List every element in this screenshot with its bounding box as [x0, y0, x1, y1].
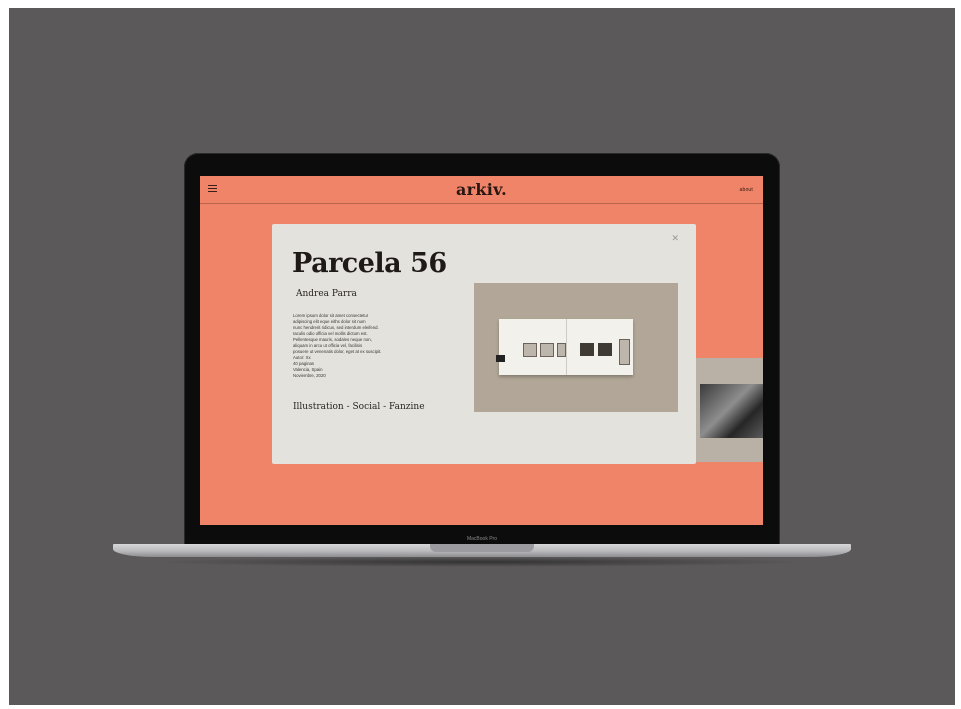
- description-line: Noviembre, 2020: [293, 373, 326, 379]
- project-description: Lorem ipsum dolor sit amet consectetur a…: [293, 313, 438, 380]
- next-project-thumbnail[interactable]: [696, 358, 763, 462]
- project-tags: Illustration - Social - Fanzine: [293, 402, 425, 412]
- close-icon[interactable]: ✕: [671, 233, 679, 244]
- about-link[interactable]: about: [739, 187, 753, 193]
- thumbnail-photo: [700, 384, 763, 438]
- project-photo: [474, 283, 678, 412]
- open-book-image: [499, 319, 633, 375]
- site-logo[interactable]: arkiv.: [200, 180, 763, 199]
- device-label: MacBook Pro: [466, 536, 497, 542]
- project-title: Parcela 56: [292, 248, 447, 279]
- project-author: Andrea Parra: [296, 289, 357, 299]
- binder-clip: [496, 355, 505, 362]
- laptop-shadow: [150, 557, 810, 567]
- site-header: arkiv. about: [200, 176, 763, 204]
- project-modal: ✕ Parcela 56 Andrea Parra Lorem ipsum do…: [272, 224, 696, 464]
- laptop-notch: [430, 544, 534, 552]
